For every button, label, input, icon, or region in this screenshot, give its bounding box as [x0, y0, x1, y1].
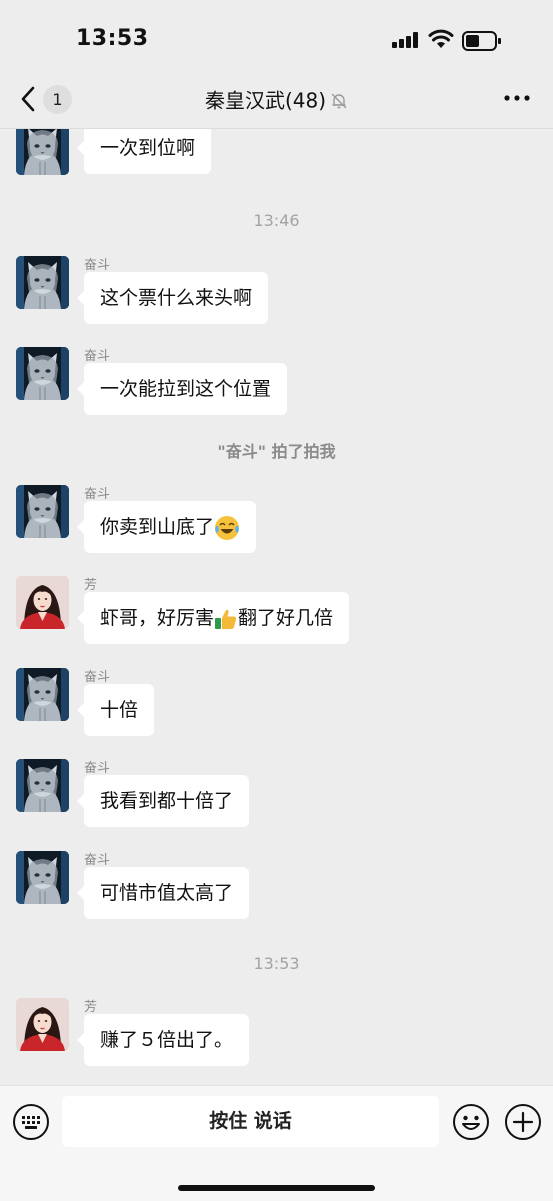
status-time: 13:53	[76, 26, 149, 51]
crying-laughing-emoji	[215, 515, 240, 540]
battery-icon	[462, 31, 501, 51]
sender-avatar[interactable]	[16, 485, 69, 538]
sender-name: 奋斗	[84, 670, 111, 685]
thumbs-up-emoji	[215, 609, 237, 629]
chat-title-text: 秦皇汉武(48)	[204, 88, 327, 113]
sender-avatar[interactable]	[16, 129, 69, 175]
mute-bell-icon	[331, 93, 347, 108]
signal-icon	[392, 32, 418, 48]
sender-name: 奋斗	[84, 761, 111, 776]
sender-avatar[interactable]	[16, 347, 69, 400]
sender-avatar[interactable]	[16, 851, 69, 904]
sender-name: 芳	[84, 578, 98, 593]
message-bubble[interactable]: 可惜市值太高了	[76, 867, 250, 919]
emoji-icon[interactable]	[452, 1103, 490, 1141]
hold-to-talk-button[interactable]: 按住 说话	[62, 1096, 439, 1147]
message-list[interactable]: 一次到位啊 13:46 奋斗 这个票什么来头啊 奋斗 一次能拉到这个位置 "奋斗…	[0, 129, 553, 1084]
sender-avatar[interactable]	[16, 998, 69, 1051]
message-text: 虾哥，好厉害	[100, 607, 215, 629]
status-bar: 13:53	[0, 0, 553, 80]
message-bubble[interactable]: 十倍	[76, 684, 155, 736]
pat-action-text: 拍了拍我	[266, 442, 336, 461]
sender-avatar[interactable]	[16, 576, 69, 629]
sender-avatar[interactable]	[16, 256, 69, 309]
sender-avatar[interactable]	[16, 668, 69, 721]
system-pat-message: "奋斗" 拍了拍我	[0, 438, 553, 462]
home-indicator	[178, 1185, 375, 1191]
wifi-icon	[428, 29, 454, 48]
message-bubble[interactable]: 你卖到山底了	[76, 501, 257, 553]
pat-sender-name[interactable]: "奋斗"	[217, 442, 266, 461]
sender-name: 奋斗	[84, 349, 111, 364]
message-bubble[interactable]: 这个票什么来头啊	[76, 272, 269, 324]
message-bubble[interactable]: 我看到都十倍了	[76, 775, 250, 827]
chat-input-bar: 按住 说话	[0, 1085, 553, 1201]
sender-name: 奋斗	[84, 258, 111, 273]
message-text: 你卖到山底了	[100, 516, 215, 538]
message-bubble[interactable]: 一次能拉到这个位置	[76, 363, 288, 415]
keyboard-icon[interactable]	[12, 1103, 50, 1141]
time-separator: 13:53	[253, 954, 300, 973]
more-icon[interactable]	[503, 88, 531, 108]
plus-icon[interactable]	[504, 1103, 542, 1141]
chat-nav-bar: 1 秦皇汉武(48)	[0, 70, 553, 129]
message-bubble[interactable]: 虾哥，好厉害 翻了好几倍	[76, 592, 350, 644]
message-text: 翻了好几倍	[238, 607, 334, 629]
sender-name: 芳	[84, 1000, 98, 1015]
sender-avatar[interactable]	[16, 759, 69, 812]
time-separator: 13:46	[253, 211, 300, 230]
message-bubble[interactable]: 赚了５倍出了。	[76, 1014, 250, 1066]
sender-name: 奋斗	[84, 487, 111, 502]
message-bubble[interactable]: 一次到位啊	[76, 129, 212, 174]
sender-name: 奋斗	[84, 853, 111, 868]
chat-title: 秦皇汉武(48)	[0, 70, 553, 130]
